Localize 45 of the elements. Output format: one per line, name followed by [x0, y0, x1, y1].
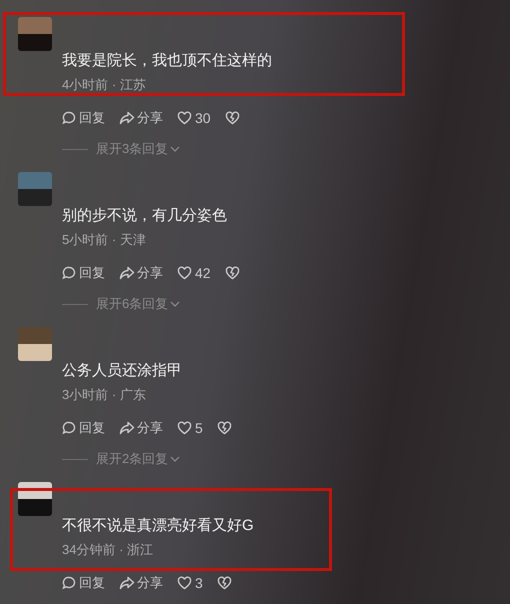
dislike-button[interactable]: [224, 266, 240, 280]
share-arrow-icon: [119, 576, 135, 590]
heart-icon: [177, 576, 192, 590]
reply-button[interactable]: 回复: [62, 418, 105, 438]
comment-meta: 3小时前 · 广东: [62, 386, 147, 404]
reply-button[interactable]: 回复: [62, 263, 105, 283]
dislike-button[interactable]: [224, 111, 240, 125]
share-button[interactable]: 分享: [119, 573, 163, 593]
comment-bubble-icon: [62, 576, 76, 590]
comment-text: 公务人员还涂指甲: [62, 361, 183, 381]
chevron-down-icon: [170, 146, 180, 152]
comment-text: 我要是院长，我也顶不住这样的: [62, 51, 272, 71]
comment-text: 别的步不说，有几分姿色: [62, 206, 228, 226]
reply-button[interactable]: 回复: [62, 573, 105, 593]
comment-bubble-icon: [62, 266, 76, 280]
share-button[interactable]: 分享: [119, 108, 163, 128]
chevron-down-icon: [170, 301, 180, 307]
broken-heart-icon: [224, 266, 240, 280]
like-button[interactable]: 5: [177, 418, 203, 438]
broken-heart-icon: [216, 576, 232, 590]
comment-meta: 34分钟前 · 浙江: [62, 541, 154, 559]
share-button[interactable]: 分享: [119, 418, 163, 438]
share-arrow-icon: [119, 266, 135, 280]
chevron-down-icon: [170, 456, 180, 462]
like-button[interactable]: 30: [177, 108, 211, 128]
heart-icon: [177, 421, 192, 435]
reply-button[interactable]: 回复: [62, 108, 105, 128]
comment-text: 不很不说是真漂亮好看又好G: [62, 516, 254, 536]
share-button[interactable]: 分享: [119, 263, 163, 283]
dislike-button[interactable]: [216, 421, 232, 435]
heart-icon: [177, 111, 192, 125]
like-button[interactable]: 3: [177, 572, 203, 594]
avatar[interactable]: [18, 482, 52, 516]
comment-bubble-icon: [62, 111, 76, 125]
broken-heart-icon: [224, 111, 240, 125]
share-arrow-icon: [119, 421, 135, 435]
comment-bubble-icon: [62, 421, 76, 435]
like-button[interactable]: 42: [177, 262, 211, 284]
comment-meta: 5小时前 · 天津: [62, 231, 147, 249]
broken-heart-icon: [216, 421, 232, 435]
heart-icon: [177, 266, 192, 280]
avatar[interactable]: [18, 327, 52, 361]
comment-meta: 4小时前 · 江苏: [62, 76, 147, 94]
share-arrow-icon: [119, 111, 135, 125]
dislike-button[interactable]: [216, 576, 232, 590]
